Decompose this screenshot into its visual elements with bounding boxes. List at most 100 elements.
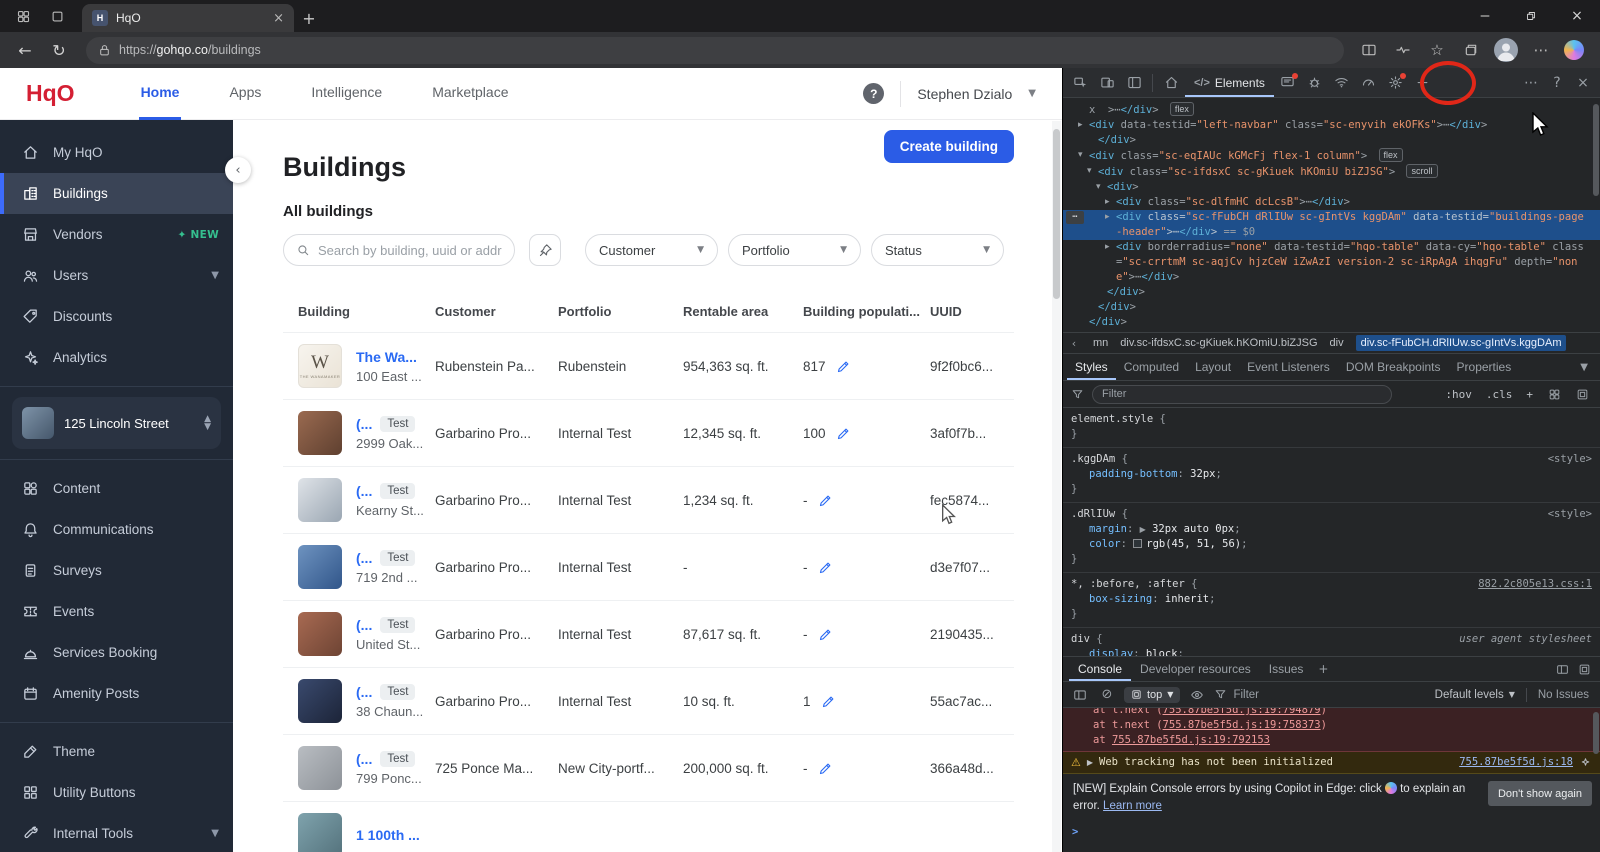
css-property[interactable]: padding-bottom: 32px;: [1071, 467, 1592, 482]
sidebar-collapse-button[interactable]: ‹: [225, 157, 251, 183]
breadcrumb[interactable]: mn: [1093, 337, 1108, 349]
building-name-link[interactable]: The Wa...: [356, 349, 417, 365]
scroll-badge[interactable]: scroll: [1406, 164, 1438, 178]
styles-tab-layout[interactable]: Layout: [1187, 354, 1239, 380]
console-prompt[interactable]: >: [1063, 822, 1600, 843]
column-header-customer[interactable]: Customer: [435, 304, 558, 319]
building-name-link[interactable]: (...: [356, 483, 372, 499]
column-header-portfolio[interactable]: Portfolio: [558, 304, 683, 319]
color-swatch-icon[interactable]: [1133, 539, 1143, 548]
stack-source-link[interactable]: 755.87be5f5d.js:19:758373: [1163, 719, 1321, 731]
console-sidebar-icon[interactable]: [1070, 685, 1090, 705]
nav-marketplace[interactable]: Marketplace: [430, 68, 510, 120]
search-input[interactable]: [318, 242, 503, 258]
building-name-link[interactable]: 1 100th ...: [356, 827, 420, 843]
tab-elements[interactable]: </> Elements: [1185, 68, 1274, 97]
nav-home[interactable]: Home: [138, 68, 182, 120]
column-header-rentable-area[interactable]: Rentable area: [683, 304, 803, 319]
tab-actions-icon[interactable]: [44, 3, 70, 29]
css-property[interactable]: display: block;: [1071, 647, 1592, 656]
table-row[interactable]: 1 100th ...: [283, 801, 1014, 852]
styles-tab-dom-breakpoints[interactable]: DOM Breakpoints: [1338, 354, 1449, 380]
twisty-icon[interactable]: ▾: [1096, 180, 1107, 195]
column-header-uuid[interactable]: UUID: [930, 304, 1014, 319]
sidebar-item-my-hqo[interactable]: My HqO: [0, 132, 233, 173]
collections-icon[interactable]: [1460, 39, 1482, 61]
dom-node[interactable]: ▾ <div>: [1063, 180, 1600, 195]
filter-dropdown-status[interactable]: Status ▼: [871, 234, 1004, 266]
default-levels-dropdown[interactable]: Default levels ▼: [1435, 689, 1515, 701]
browser-menu-icon[interactable]: ⋯: [1530, 39, 1552, 61]
twisty-icon[interactable]: ▸: [1105, 240, 1116, 285]
edit-pencil-icon[interactable]: [818, 627, 833, 642]
styles-tab-styles[interactable]: Styles: [1067, 354, 1116, 380]
sidebar-item-communications[interactable]: Communications: [0, 509, 233, 550]
profile-avatar[interactable]: [1494, 38, 1518, 62]
more-tools-button[interactable]: [1410, 70, 1436, 96]
debugger-tab-button[interactable]: [1302, 70, 1328, 96]
performance-tab-button[interactable]: [1356, 70, 1382, 96]
styles-tab-computed[interactable]: Computed: [1116, 354, 1187, 380]
styles-toggle-[interactable]: +: [1523, 388, 1536, 401]
dom-node[interactable]: </div>: [1063, 315, 1600, 330]
workspaces-icon[interactable]: [10, 3, 36, 29]
sidebar-item-buildings[interactable]: Buildings: [0, 173, 233, 214]
device-emulation-button[interactable]: [1094, 70, 1120, 96]
rule-selector[interactable]: .dRlIUw: [1071, 507, 1115, 522]
expand-warning-icon[interactable]: ▶: [1087, 755, 1093, 770]
filter-dropdown-customer[interactable]: Customer ▼: [585, 234, 718, 266]
dom-node[interactable]: ⋯ ▸ <div class="sc-fFubCH dRlIUw sc-gIntVs…: [1063, 210, 1600, 240]
elements-scrollbar[interactable]: [1593, 104, 1599, 196]
nav-apps[interactable]: Apps: [227, 68, 263, 120]
edit-pencil-icon[interactable]: [836, 359, 851, 374]
sidebar-item-utility-buttons[interactable]: Utility Buttons: [0, 772, 233, 813]
edit-pencil-icon[interactable]: [818, 493, 833, 508]
twisty-icon[interactable]: ▸: [1105, 195, 1116, 210]
table-row[interactable]: (... Test Kearny St... Garbarino Pro... Inte…: [283, 466, 1014, 533]
column-header-building-populati[interactable]: Building populati...: [803, 304, 930, 319]
nav-intelligence[interactable]: Intelligence: [309, 68, 384, 120]
building-name-link[interactable]: (...: [356, 751, 372, 767]
edit-pencil-icon[interactable]: [818, 761, 833, 776]
window-close-button[interactable]: ×: [1554, 0, 1600, 32]
twisty-icon[interactable]: ▾: [1078, 148, 1089, 164]
rule-selector[interactable]: element.style: [1071, 412, 1153, 427]
refresh-button[interactable]: ↻: [46, 37, 72, 63]
twisty-icon[interactable]: ▸: [1078, 118, 1089, 133]
browser-essentials-icon[interactable]: [1392, 39, 1414, 61]
rule-selector[interactable]: .kggDAm: [1071, 452, 1115, 467]
styles-toggle-hov[interactable]: :hov: [1442, 388, 1475, 401]
breadcrumb[interactable]: div: [1330, 337, 1344, 349]
styles-toggle-cls[interactable]: .cls: [1483, 388, 1516, 401]
sidebar-item-analytics[interactable]: Analytics: [0, 337, 233, 378]
user-name[interactable]: Stephen Dzialo: [917, 86, 1012, 102]
dont-show-again-button[interactable]: Don't show again: [1487, 781, 1592, 806]
sidebar-item-discounts[interactable]: Discounts: [0, 296, 233, 337]
close-devtools-button[interactable]: ×: [1570, 70, 1596, 96]
new-tab-button[interactable]: +: [294, 4, 324, 32]
twisty-icon[interactable]: ▾: [1087, 164, 1098, 180]
building-name-link[interactable]: (...: [356, 617, 372, 633]
breadcrumb[interactable]: div.sc-ifdsxC.sc-gKiuek.hKOmiU.biZJSG: [1120, 337, 1317, 349]
address-bar[interactable]: https://gohqo.co/buildings: [86, 36, 1344, 64]
table-row[interactable]: (... Test 719 2nd ... Garbarino Pro... Inter…: [283, 533, 1014, 600]
table-row[interactable]: (... Test United St... Garbarino Pro... Inte…: [283, 600, 1014, 667]
console-filter[interactable]: Filter: [1214, 688, 1259, 701]
console-warning[interactable]: ⚠ ▶ Web tracking has not been initialized 7…: [1063, 752, 1600, 774]
twisty-icon[interactable]: ▸: [1105, 210, 1116, 240]
node-more-actions-button[interactable]: ⋯: [1066, 211, 1084, 224]
filter-dropdown-portfolio[interactable]: Portfolio ▼: [728, 234, 861, 266]
tab-close-icon[interactable]: ×: [273, 11, 284, 26]
rule-selector[interactable]: *, :before, :after: [1071, 577, 1185, 592]
console-messages-tab-button[interactable]: [1275, 70, 1301, 96]
styles-filter-input[interactable]: Filter: [1092, 384, 1392, 404]
user-menu-chevron-icon[interactable]: ▼: [1028, 88, 1036, 99]
console-tab-console[interactable]: Console: [1069, 657, 1131, 681]
styles-tab-properties[interactable]: Properties: [1449, 354, 1520, 380]
help-button[interactable]: ?: [1544, 70, 1570, 96]
table-row[interactable]: W THE WANAMAKER The Wa... 100 East ... Ruben…: [283, 332, 1014, 399]
dom-node[interactable]: ▸ <div data-testid="left-navbar" class="s…: [1063, 118, 1600, 133]
table-row[interactable]: (... Test 2999 Oak... Garbarino Pro... Inter…: [283, 399, 1014, 466]
back-button[interactable]: ←: [12, 37, 38, 63]
building-name-link[interactable]: (...: [356, 684, 372, 700]
